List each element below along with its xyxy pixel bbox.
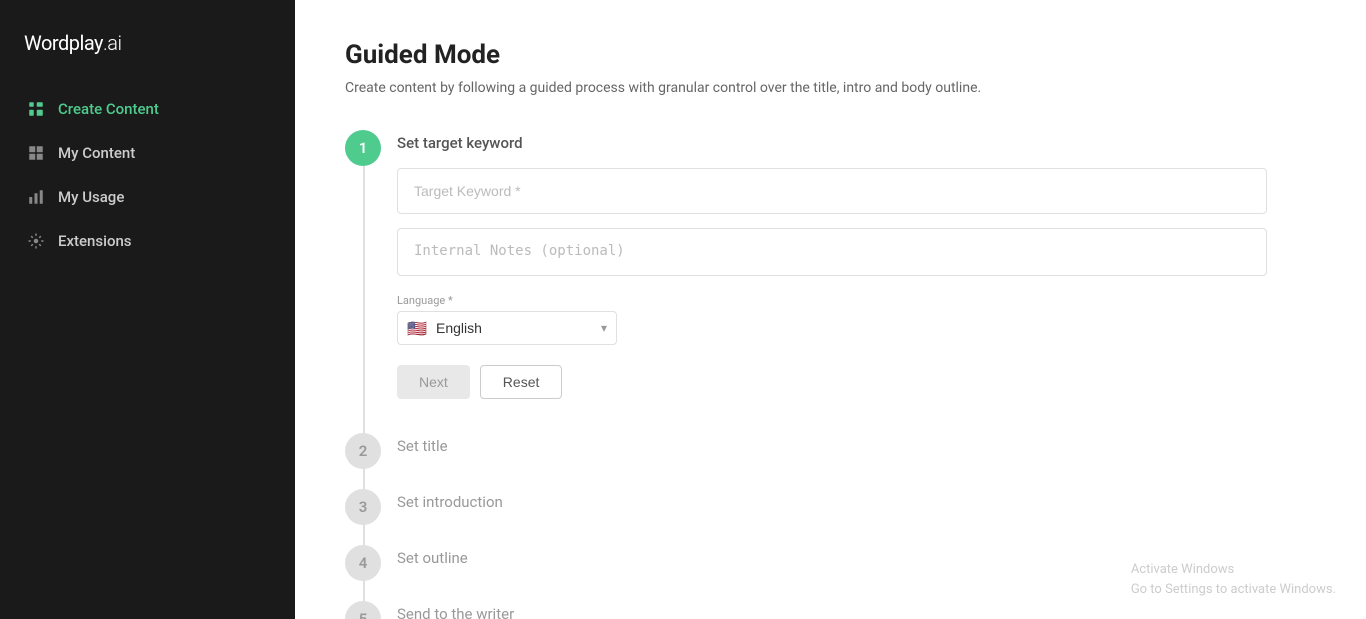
language-group: Language * 🇺🇸 English Spanish French Ger… [397, 294, 1326, 345]
step-4-row: 4 Set outline [345, 543, 1326, 591]
step-1-badge: 1 [345, 130, 381, 166]
sidebar-item-label: Create Content [58, 100, 159, 118]
sidebar-item-label: Extensions [58, 232, 132, 250]
step-3-content: Set introduction [397, 487, 1326, 535]
step-3-row: 3 Set introduction [345, 487, 1326, 535]
step-4-content: Set outline [397, 543, 1326, 591]
target-keyword-group [397, 168, 1326, 214]
sidebar-nav: Create Content My Content My Usage Exten… [0, 89, 295, 261]
step-5-label: Send to the writer [397, 599, 1326, 619]
next-button[interactable]: Next [397, 365, 470, 399]
sidebar-item-my-content[interactable]: My Content [12, 133, 283, 173]
language-label: Language * [397, 294, 1326, 307]
step-5-row: 5 Send to the writer [345, 599, 1326, 619]
language-select[interactable]: English Spanish French German Italian [397, 311, 617, 345]
my-content-icon [26, 143, 46, 163]
sidebar-item-my-usage[interactable]: My Usage [12, 177, 283, 217]
sidebar: Wordplay.ai Create Content My Content My… [0, 0, 295, 619]
step-1-label: Set target keyword [397, 128, 1326, 152]
steps-container: 1 Set target keyword Language * 🇺🇸 Engli… [345, 128, 1326, 619]
step-4-label: Set outline [397, 543, 1326, 567]
step-2-label: Set title [397, 431, 1326, 455]
logo: Wordplay.ai [0, 0, 295, 89]
step-5-content: Send to the writer [397, 599, 1326, 619]
sidebar-item-create-content[interactable]: Create Content [12, 89, 283, 129]
step-2-content: Set title [397, 431, 1326, 479]
flag-icon: 🇺🇸 [407, 321, 427, 335]
step-3-label: Set introduction [397, 487, 1326, 511]
page-subtitle: Create content by following a guided pro… [345, 80, 1326, 96]
my-usage-icon [26, 187, 46, 207]
main-content: Guided Mode Create content by following … [295, 0, 1366, 619]
logo-suffix: .ai [103, 31, 122, 55]
reset-button[interactable]: Reset [480, 365, 563, 399]
step-1-row: 1 Set target keyword Language * 🇺🇸 Engli… [345, 128, 1326, 423]
sidebar-item-extensions[interactable]: Extensions [12, 221, 283, 261]
internal-notes-group [397, 228, 1326, 280]
logo-main: Wordplay [24, 31, 103, 55]
sidebar-item-label: My Usage [58, 188, 124, 206]
language-select-wrapper: 🇺🇸 English Spanish French German Italian… [397, 311, 617, 345]
internal-notes-input[interactable] [397, 228, 1267, 276]
step-3-badge: 3 [345, 489, 381, 525]
step-4-badge: 4 [345, 545, 381, 581]
sidebar-item-label: My Content [58, 144, 135, 162]
step-2-row: 2 Set title [345, 431, 1326, 479]
step-5-badge: 5 [345, 601, 381, 619]
logo-text: Wordplay.ai [24, 24, 122, 57]
page-title: Guided Mode [345, 40, 1326, 70]
button-row: Next Reset [397, 365, 1326, 399]
create-content-icon [26, 99, 46, 119]
step-1-content: Set target keyword Language * 🇺🇸 English… [397, 128, 1326, 423]
target-keyword-input[interactable] [397, 168, 1267, 214]
step-2-badge: 2 [345, 433, 381, 469]
extensions-icon [26, 231, 46, 251]
